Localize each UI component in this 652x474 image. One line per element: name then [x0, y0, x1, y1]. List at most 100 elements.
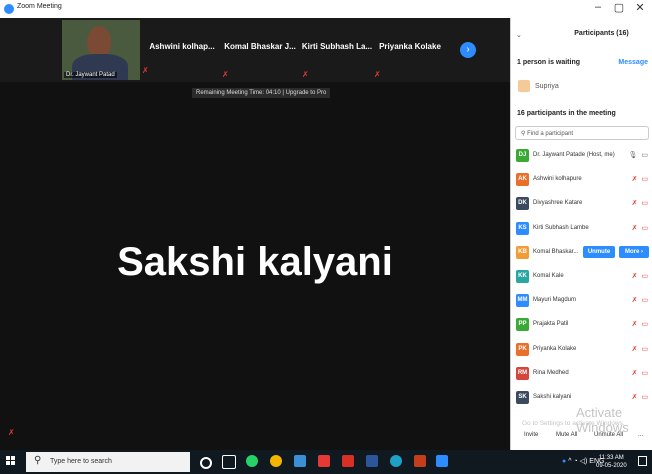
avatar: KB — [516, 245, 529, 259]
search-icon: ⚲ — [521, 131, 526, 137]
maximize-button[interactable]: ▢ — [611, 1, 627, 14]
mic-video-status-icon: ✗ ▭ — [631, 297, 649, 305]
taskbar-search-placeholder: Type here to search — [50, 458, 112, 465]
participant-name: Ashwini kolhapure — [533, 176, 582, 183]
thumb-name: Priyanka Kolake — [379, 42, 441, 51]
participants-panel: ⌄ Participants (16) 1 person is waiting … — [510, 18, 652, 450]
self-video-tile[interactable]: Dr. Jaywant Patad — [62, 20, 140, 80]
thumb-name: Ashwini kolhap... — [149, 42, 215, 51]
mic-video-status-icon: ✗ ▭ — [631, 224, 649, 232]
more-button[interactable]: More › — [619, 245, 649, 258]
task-view-icon[interactable] — [222, 455, 236, 469]
avatar: AK — [516, 173, 529, 187]
participant-name: Kirti Subhash Lambe — [533, 224, 589, 231]
edge-icon[interactable] — [294, 455, 306, 467]
participant-row[interactable]: RM Rina Medhed ✗ ▭ — [511, 364, 652, 384]
message-button[interactable]: Message — [618, 59, 648, 66]
search-placeholder: Find a participant — [527, 131, 574, 137]
participant-name: Divyashree Katare — [533, 200, 583, 207]
media-player-icon[interactable] — [390, 455, 402, 467]
mic-video-status-icon: ✗ ▭ — [631, 200, 649, 208]
muted-mic-icon: ✗ — [222, 70, 229, 79]
avatar: KS — [516, 221, 529, 235]
avatar — [518, 80, 530, 92]
muted-mic-icon: ✗ — [302, 70, 309, 79]
muted-mic-icon: ✗ — [374, 70, 381, 79]
avatar: MM — [516, 294, 529, 308]
minimize-button[interactable]: – — [590, 1, 606, 13]
windows-start-icon[interactable] — [6, 456, 16, 466]
participant-search-input[interactable]: ⚲ Find a participant — [515, 126, 649, 140]
participant-name: Prajakta Patil — [533, 321, 569, 328]
muted-mic-icon: ✗ — [8, 428, 15, 437]
notification-icon[interactable] — [638, 456, 647, 466]
powerpoint-icon[interactable] — [414, 455, 426, 467]
avatar: DK — [516, 197, 529, 211]
participant-row[interactable]: DJ Dr. Jaywant Patade (Host, me) 🎙 ▭ — [511, 146, 652, 166]
waiting-heading: 1 person is waiting — [517, 59, 581, 66]
participant-row[interactable]: PP Prajakta Patil ✗ ▭ — [511, 315, 652, 335]
window-title: Zoom Meeting — [17, 3, 62, 10]
pdf-reader-icon[interactable] — [342, 455, 354, 467]
avatar: RM — [516, 366, 529, 380]
thumb-tile[interactable]: Kirti Subhash La... ✗ — [300, 20, 374, 82]
avatar: PP — [516, 318, 529, 332]
zoom-app-icon — [4, 4, 14, 14]
participant-row[interactable]: MM Mayuri Magdum ✗ ▭ — [511, 291, 652, 311]
thumb-name: Komal Bhaskar J... — [224, 42, 296, 51]
thumb-tile[interactable]: Komal Bhaskar J... ✗ — [220, 20, 300, 82]
settings-icon[interactable] — [318, 455, 330, 467]
panel-title: Participants (16) — [574, 30, 629, 37]
mic-video-status-icon: 🎙 ▭ — [628, 152, 649, 159]
mic-video-status-icon: ✗ ▭ — [631, 345, 649, 353]
thumb-tile[interactable]: Priyanka Kolake ✗ — [372, 20, 448, 82]
participant-name: Priyanka Kolake — [533, 345, 577, 352]
unmute-all-button[interactable]: Unmute All — [594, 432, 623, 438]
activate-windows-subtitle: Go to Settings to activate Windows. — [522, 420, 625, 427]
mic-video-status-icon: ✗ ▭ — [631, 321, 649, 329]
participant-row[interactable]: KK Komal Kale ✗ ▭ — [511, 267, 652, 287]
network-icon[interactable]: ◔ — [573, 458, 577, 465]
avatar: DJ — [516, 149, 529, 162]
next-page-button[interactable]: › — [460, 42, 476, 58]
clock-date: 09-05-2020 — [596, 463, 627, 469]
invite-button[interactable]: Invite — [524, 432, 538, 438]
meeting-view — [0, 18, 510, 450]
participant-row[interactable]: KB Komal Bhaskar... Unmute More › — [511, 243, 652, 263]
mic-video-status-icon: ✗ ▭ — [631, 394, 649, 401]
close-button[interactable]: ✕ — [632, 1, 648, 14]
mute-all-button[interactable]: Mute All — [556, 432, 577, 438]
clock-time: 11:33 AM — [598, 455, 624, 461]
mic-video-status-icon: ✗ ▭ — [631, 176, 649, 184]
zoom-tray-icon[interactable]: ● — [562, 458, 566, 465]
participant-count-heading: 16 participants in the meeting — [517, 110, 616, 117]
search-icon: ⚲ — [34, 455, 42, 466]
participant-name: Rina Medhed — [533, 369, 569, 376]
chevron-up-icon[interactable]: ^ — [568, 458, 571, 465]
whatsapp-icon[interactable] — [246, 455, 258, 467]
participant-row[interactable]: DK Divyashree Katare ✗ ▭ — [511, 194, 652, 214]
word-icon[interactable] — [366, 455, 378, 467]
speaker-icon[interactable]: ◁) — [580, 458, 588, 465]
remaining-time-banner[interactable]: Remaining Meeting Time: 04:10 | Upgrade … — [192, 88, 331, 98]
video-name-label: Dr. Jaywant Patad — [64, 72, 117, 78]
participant-row[interactable]: KS Kirti Subhash Lambe ✗ ▭ — [511, 219, 652, 239]
clock[interactable]: 11:33 AM 09-05-2020 — [596, 454, 627, 470]
title-bar: Zoom Meeting – ▢ ✕ — [0, 0, 652, 18]
participant-row[interactable]: PK Priyanka Kolake ✗ ▭ — [511, 340, 652, 360]
participant-name: Komal Bhaskar... — [533, 248, 579, 255]
unmute-button[interactable]: Unmute — [583, 245, 615, 258]
mic-video-status-icon: ✗ ▭ — [631, 369, 649, 377]
participant-name: Sakshi kalyani — [533, 394, 572, 400]
zoom-taskbar-icon[interactable] — [436, 455, 448, 467]
cortana-icon[interactable] — [200, 457, 212, 469]
participant-row[interactable]: AK Ashwini kolhapure ✗ ▭ — [511, 170, 652, 190]
mic-video-status-icon: ✗ ▭ — [631, 273, 649, 280]
panel-more-button[interactable]: ... — [638, 432, 643, 438]
participant-name: Komal Kale — [533, 273, 564, 279]
active-speaker-name: Sakshi kalyani — [117, 240, 393, 284]
taskbar-search-input[interactable]: ⚲ Type here to search — [26, 452, 190, 472]
chrome-icon[interactable] — [270, 455, 282, 467]
avatar: SK — [516, 391, 529, 404]
thumb-tile[interactable]: Ashwini kolhap... — [146, 20, 218, 82]
